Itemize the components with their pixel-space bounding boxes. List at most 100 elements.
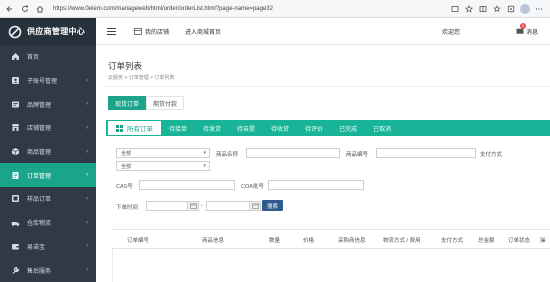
column-actions: 操	[540, 238, 546, 244]
sidebar-item-brands[interactable]: 品牌管理 ›	[0, 92, 96, 116]
column-quantity: 数量	[269, 238, 281, 244]
tab-spot-orders[interactable]: 现货订单	[108, 96, 147, 110]
tab-futures-payment[interactable]: 期货付款	[146, 96, 185, 110]
messages-label: 消息	[526, 29, 539, 36]
collections-icon[interactable]	[506, 4, 516, 14]
logo-icon	[8, 25, 22, 38]
my-store-link[interactable]: 我的店铺	[134, 27, 169, 36]
order-type-tabs: 现货订单 期货付款	[108, 96, 185, 110]
order-table-header: 订单编号 商品信息 数量 价格 采购商信息 物流方式 / 费用 支付方式 总金额…	[112, 229, 550, 249]
tab-all-orders[interactable]: 所有订单	[108, 121, 161, 135]
coa-input[interactable]	[268, 180, 364, 190]
warehouse-icon	[10, 218, 20, 228]
service-icon	[10, 265, 20, 275]
end-date-input[interactable]	[206, 201, 252, 211]
chevron-right-icon: ›	[86, 219, 88, 226]
sidebar-item-stores[interactable]: 店铺管理 ›	[0, 116, 96, 140]
box-icon	[10, 147, 20, 157]
chevron-right-icon: ›	[86, 148, 88, 155]
reader-icon[interactable]	[450, 4, 460, 14]
tab-pending-pickup[interactable]: 待自提	[229, 124, 263, 133]
split-screen-icon[interactable]	[478, 4, 488, 14]
chevron-down-icon: ▾	[203, 163, 206, 169]
enter-mall-link[interactable]: 进入商城首页	[185, 27, 221, 36]
sidebar-item-label: 仓库物流	[27, 221, 52, 228]
favorites-icon[interactable]	[492, 4, 502, 14]
profile-avatar[interactable]	[520, 3, 530, 14]
column-price: 价格	[303, 238, 315, 244]
sidebar-item-label: 首页	[27, 55, 40, 62]
logo[interactable]: 供应商管理中心	[0, 18, 96, 45]
cas-input[interactable]	[139, 180, 235, 190]
column-logistics: 物流方式 / 费用	[383, 238, 421, 244]
filter-select-2[interactable]: 全部 ▾	[116, 161, 210, 171]
order-status-tabs: 所有订单 待接单 待发货 待自提 待收货 待评价 已完成 已取消	[106, 120, 550, 136]
sidebar-item-wallet[interactable]: 易诺宝 ›	[0, 235, 96, 259]
sidebar-item-sub-accounts[interactable]: 子账号管理 ›	[0, 69, 96, 93]
product-no-input[interactable]	[376, 148, 476, 158]
chevron-right-icon: ›	[86, 243, 88, 250]
tab-completed[interactable]: 已完成	[331, 124, 365, 133]
tab-pending-review[interactable]: 待评价	[297, 124, 331, 133]
store-icon	[10, 123, 20, 133]
tab-pending-accept[interactable]: 待接单	[161, 124, 195, 133]
column-order-no: 订单编号	[127, 238, 150, 244]
tab-cancelled[interactable]: 已取消	[365, 124, 399, 133]
sidebar-item-after-sales[interactable]: 售后服务 ›	[0, 258, 96, 282]
sample-icon	[10, 194, 20, 204]
column-product-info: 商品信息	[202, 238, 225, 244]
payment-method-label: 支付方式	[480, 152, 503, 158]
messages-link[interactable]: 0 消息	[516, 22, 539, 36]
start-date-input[interactable]	[146, 201, 190, 211]
tab-pending-ship[interactable]: 待发货	[195, 124, 229, 133]
sidebar-item-home[interactable]: 首页	[0, 45, 96, 69]
address-bar[interactable]: https://www.0elem.com/manageweb/html/ord…	[53, 6, 450, 12]
page-title: 订单列表	[108, 61, 143, 71]
column-total: 总金额	[478, 238, 495, 244]
calendar-icon[interactable]	[187, 201, 199, 211]
tab-pending-receive[interactable]: 待收货	[263, 124, 297, 133]
welcome-text: 欢迎您	[442, 29, 461, 36]
menu-toggle-icon[interactable]	[107, 27, 117, 35]
breadcrumb: 云服务 > 订单管理 > 订单列表	[108, 75, 175, 81]
sidebar-item-sample-orders[interactable]: 样品订单 ›	[0, 187, 96, 211]
chevron-right-icon: ›	[86, 195, 88, 202]
chevron-right-icon: ›	[86, 267, 88, 274]
favorite-star-icon[interactable]	[464, 4, 474, 14]
sidebar-item-label: 订单管理	[27, 173, 52, 180]
chevron-right-icon: ›	[86, 101, 88, 108]
sidebar-item-label: 子账号管理	[27, 79, 58, 86]
main-content: 订单列表 云服务 > 订单管理 > 订单列表 现货订单 期货付款 所有订单 待接…	[96, 45, 550, 282]
calendar-icon[interactable]	[249, 201, 261, 211]
sidebar-item-products[interactable]: 商品管理 ›	[0, 140, 96, 164]
back-icon[interactable]	[4, 3, 15, 14]
tab-label: 所有订单	[127, 126, 153, 133]
more-menu-icon[interactable]	[534, 4, 544, 14]
search-button[interactable]: 搜索	[262, 200, 284, 211]
chevron-right-icon: ›	[86, 124, 88, 131]
sidebar-item-warehouse[interactable]: 仓库物流 ›	[0, 211, 96, 235]
product-name-label: 商品名称	[216, 152, 239, 158]
product-no-label: 商品编号	[346, 152, 369, 158]
sidebar-item-label: 样品订单	[27, 197, 52, 204]
chevron-down-icon: ▾	[203, 150, 206, 156]
select-value: 全部	[121, 163, 132, 170]
message-count-badge: 0	[520, 22, 527, 29]
logo-text: 供应商管理中心	[27, 27, 86, 36]
store-icon	[134, 27, 142, 35]
list-icon	[116, 124, 123, 132]
order-icon	[10, 170, 20, 180]
sidebar-item-orders[interactable]: 订单管理 ›	[0, 163, 96, 188]
sidebar-item-label: 售后服务	[27, 268, 52, 275]
filter-select-1[interactable]: 全部 ▾	[116, 148, 210, 158]
home-icon	[10, 52, 20, 62]
refresh-icon[interactable]	[19, 3, 30, 14]
column-buyer-info: 采购商信息	[338, 238, 366, 244]
user-icon	[10, 76, 20, 86]
message-icon: 0	[516, 22, 527, 35]
home-icon[interactable]	[34, 3, 45, 14]
select-value: 全部	[121, 150, 132, 157]
chevron-right-icon: ›	[86, 77, 88, 84]
order-time-label: 下单时间	[116, 205, 139, 211]
product-name-input[interactable]	[246, 148, 340, 158]
